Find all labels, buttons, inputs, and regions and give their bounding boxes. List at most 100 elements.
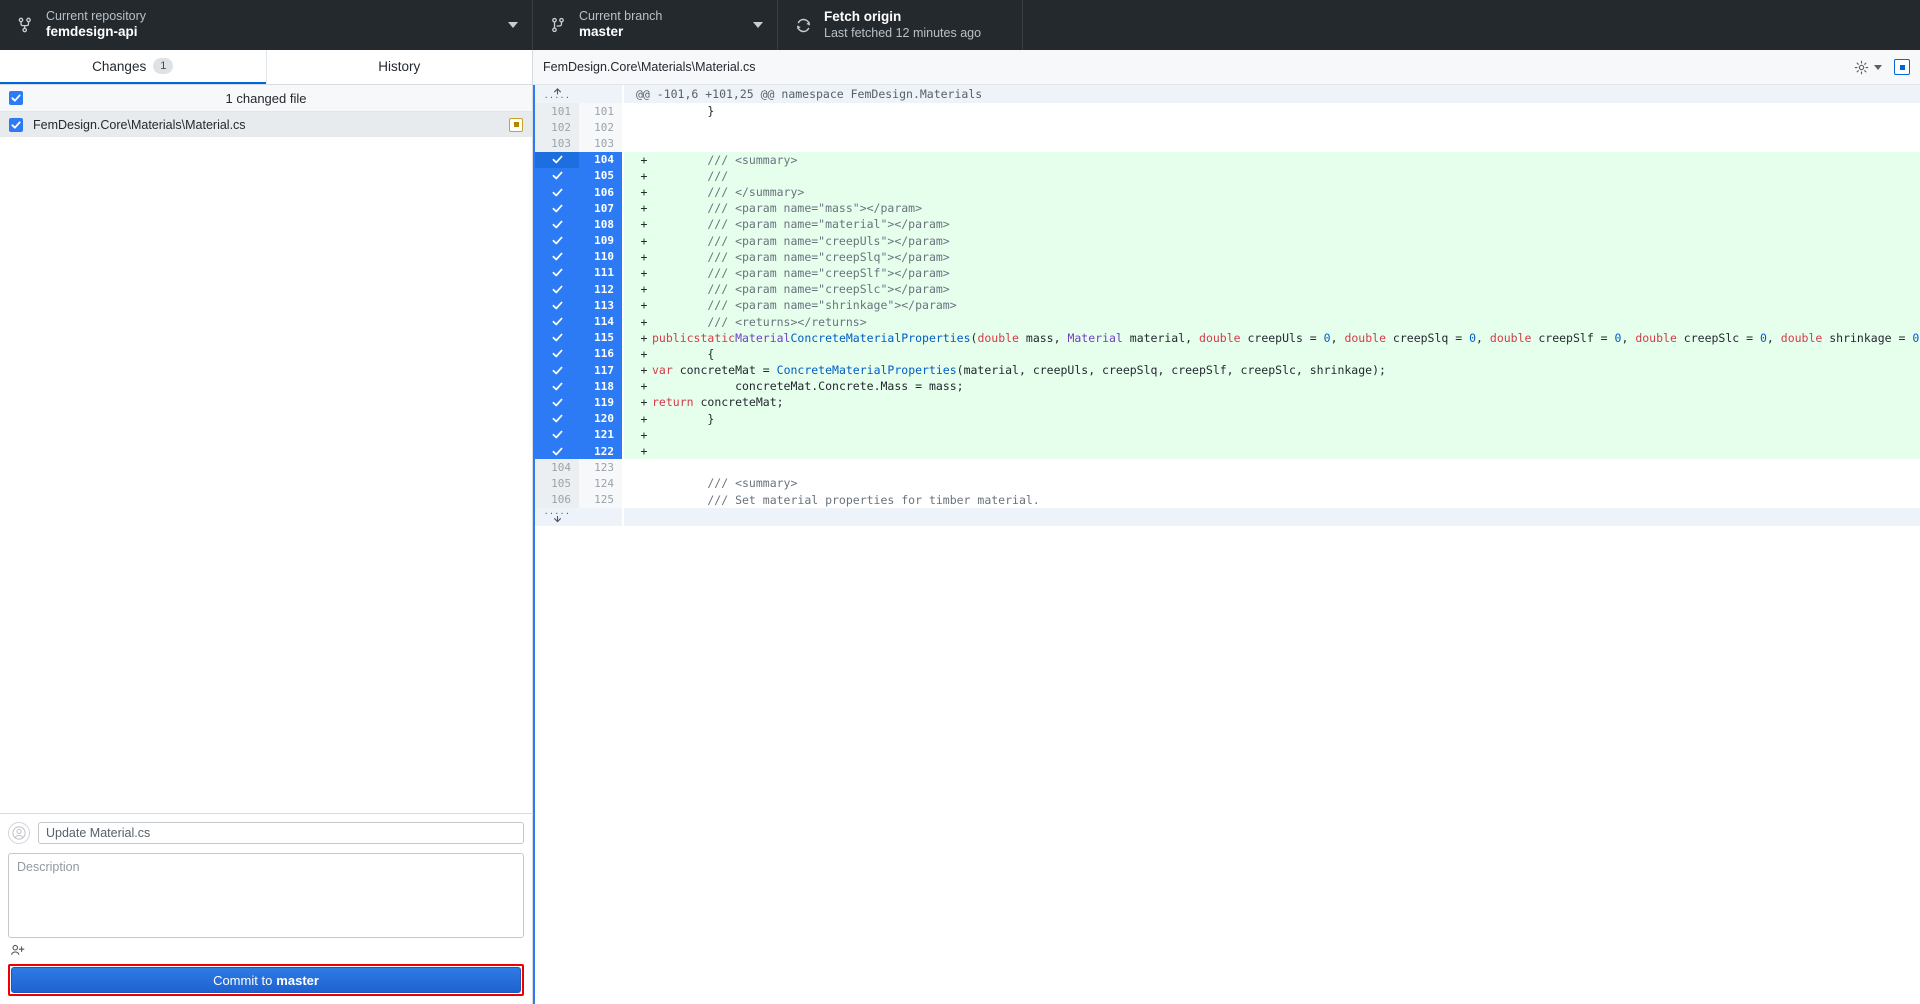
diff-line-added[interactable]: 115+ public static Material ConcreteMate… <box>535 330 1920 346</box>
diff-line-added[interactable]: 121+ <box>535 427 1920 443</box>
diff-line-context: 106125 /// Set material properties for t… <box>535 492 1920 508</box>
commit-summary-input[interactable]: Update Material.cs <box>38 822 524 844</box>
select-all-checkbox[interactable] <box>9 91 23 105</box>
diff-line-checkbox[interactable] <box>535 313 579 329</box>
diff-line-new-number: 123 <box>579 459 622 475</box>
diff-line-checkbox[interactable] <box>535 216 579 232</box>
current-repository-button[interactable]: Current repository femdesign-api <box>0 0 533 50</box>
diff-line-added[interactable]: 110+ /// <param name="creepSlq"></param> <box>535 249 1920 265</box>
tab-history[interactable]: History <box>266 50 533 84</box>
diff-line-added[interactable]: 122+ <box>535 443 1920 459</box>
expand-up-icon[interactable]: ····· <box>535 85 579 103</box>
diff-line-checkbox[interactable] <box>535 411 579 427</box>
diff-line-code: + /// <summary> <box>624 152 1920 168</box>
diff-line-code <box>624 135 1920 151</box>
diff-line-checkbox[interactable] <box>535 152 579 168</box>
commit-button-branch: master <box>276 973 319 988</box>
diff-line-new-number: 110 <box>579 249 622 265</box>
diff-line-new-number: 124 <box>579 475 622 491</box>
branch-icon <box>547 17 569 33</box>
diff-line-new-number: 102 <box>579 119 622 135</box>
diff-line-added[interactable]: 111+ /// <param name="creepSlf"></param> <box>535 265 1920 281</box>
diff-header-actions <box>1854 59 1910 75</box>
diff-line-context: 103103 <box>535 135 1920 151</box>
diff-line-code: + /// <param name="material"></param> <box>624 216 1920 232</box>
file-list-empty-area <box>0 137 532 813</box>
file-status-modified-icon <box>509 118 523 132</box>
diff-line-code: + /// <param name="mass"></param> <box>624 200 1920 216</box>
footer-code-area <box>624 508 1920 526</box>
diff-line-added[interactable]: 119+ return concreteMat; <box>535 394 1920 410</box>
diff-line-checkbox[interactable] <box>535 168 579 184</box>
diff-line-added[interactable]: 107+ /// <param name="mass"></param> <box>535 200 1920 216</box>
diff-settings-button[interactable] <box>1854 60 1882 75</box>
sync-icon <box>792 17 814 34</box>
fetch-origin-subtitle: Last fetched 12 minutes ago <box>824 26 1008 42</box>
diff-line-checkbox[interactable] <box>535 427 579 443</box>
diff-line-added[interactable]: 106+ /// </summary> <box>535 184 1920 200</box>
diff-line-new-number: 114 <box>579 313 622 329</box>
diff-line-checkbox[interactable] <box>535 443 579 459</box>
diff-line-added[interactable]: 112+ /// <param name="creepSlc"></param> <box>535 281 1920 297</box>
diff-line-added[interactable]: 120+ } <box>535 411 1920 427</box>
diff-line-code: + return concreteMat; <box>624 394 1920 410</box>
diff-line-added[interactable]: 113+ /// <param name="shrinkage"></param… <box>535 297 1920 313</box>
diff-line-checkbox[interactable] <box>535 346 579 362</box>
diff-line-added[interactable]: 105+ /// <box>535 168 1920 184</box>
diff-line-added[interactable]: 104+ /// <summary> <box>535 152 1920 168</box>
commit-to-branch-button[interactable]: Commit to master <box>11 967 521 993</box>
diff-line-code <box>624 459 1920 475</box>
fetch-origin-button[interactable]: Fetch origin Last fetched 12 minutes ago <box>778 0 1023 50</box>
diff-line-checkbox[interactable] <box>535 233 579 249</box>
chevron-down-icon <box>753 22 763 28</box>
list-item[interactable]: FemDesign.Core\Materials\Material.cs <box>0 112 532 137</box>
diff-line-added[interactable]: 117+ var concreteMat = ConcreteMaterialP… <box>535 362 1920 378</box>
diff-line-added[interactable]: 116+ { <box>535 346 1920 362</box>
diff-line-new-number: 125 <box>579 492 622 508</box>
diff-line-checkbox[interactable] <box>535 200 579 216</box>
file-include-checkbox[interactable] <box>9 118 23 132</box>
diff-line-old-number: 101 <box>535 103 579 119</box>
commit-message-area: Update Material.cs Description <box>0 813 532 964</box>
diff-line-added[interactable]: 109+ /// <param name="creepUls"></param> <box>535 233 1920 249</box>
diff-line-new-number: 117 <box>579 362 622 378</box>
diff-viewer[interactable]: ····· @@ -101,6 +101,25 @@ namespace Fem… <box>533 85 1920 1004</box>
diff-line-added[interactable]: 114+ /// <returns></returns> <box>535 313 1920 329</box>
diff-line-new-number: 119 <box>579 394 622 410</box>
fetch-origin-title: Fetch origin <box>824 9 1008 26</box>
diff-line-added[interactable]: 108+ /// <param name="material"></param> <box>535 216 1920 232</box>
diff-line-checkbox[interactable] <box>535 362 579 378</box>
gear-icon <box>1854 60 1869 75</box>
diff-line-checkbox[interactable] <box>535 184 579 200</box>
diff-line-old-number: 105 <box>535 475 579 491</box>
diff-line-new-number: 121 <box>579 427 622 443</box>
diff-line-code: + /// <param name="creepSlc"></param> <box>624 281 1920 297</box>
diff-line-context: 105124 /// <summary> <box>535 475 1920 491</box>
diff-line-new-number: 116 <box>579 346 622 362</box>
diff-line-checkbox[interactable] <box>535 281 579 297</box>
diff-line-checkbox[interactable] <box>535 265 579 281</box>
diff-line-new-number: 115 <box>579 330 622 346</box>
tab-changes[interactable]: Changes 1 <box>0 50 266 84</box>
diff-line-code: /// <summary> <box>624 475 1920 491</box>
unified-view-icon[interactable] <box>1894 59 1910 75</box>
diff-line-added[interactable]: 118+ concreteMat.Concrete.Mass = mass; <box>535 378 1920 394</box>
sidebar-tabs: Changes 1 History <box>0 50 532 85</box>
diff-line-checkbox[interactable] <box>535 394 579 410</box>
diff-line-checkbox[interactable] <box>535 249 579 265</box>
current-branch-button[interactable]: Current branch master <box>533 0 778 50</box>
diff-hunk-footer[interactable]: ····· <box>535 508 1920 526</box>
diff-line-checkbox[interactable] <box>535 297 579 313</box>
diff-line-new-number: 103 <box>579 135 622 151</box>
tab-history-label: History <box>378 59 420 74</box>
diff-line-checkbox[interactable] <box>535 330 579 346</box>
commit-description-input[interactable]: Description <box>8 853 524 938</box>
chevron-down-icon <box>1874 65 1882 70</box>
top-toolbar: Current repository femdesign-api Current… <box>0 0 1920 50</box>
add-coauthor-button[interactable] <box>8 938 524 964</box>
diff-hunk-header[interactable]: ····· @@ -101,6 +101,25 @@ namespace Fem… <box>535 85 1920 103</box>
expand-down-icon[interactable]: ····· <box>535 508 579 526</box>
changes-header-row: 1 changed file <box>0 85 532 112</box>
diff-line-old-number: 106 <box>535 492 579 508</box>
diff-line-checkbox[interactable] <box>535 378 579 394</box>
